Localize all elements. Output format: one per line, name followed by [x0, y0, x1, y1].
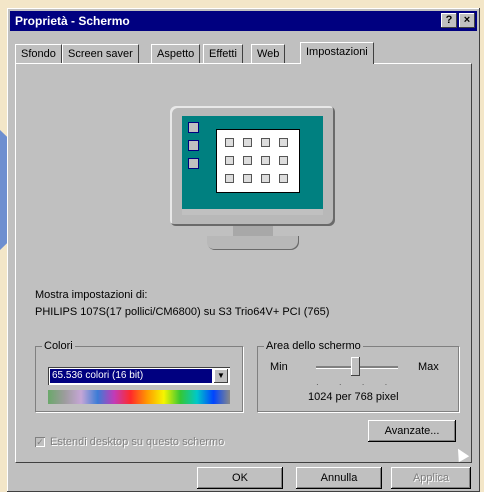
- tab-aspetto[interactable]: Aspetto: [151, 44, 201, 63]
- folder-icon: [225, 138, 234, 147]
- folder-icon: [279, 156, 288, 165]
- color-spectrum-bar: [48, 390, 230, 404]
- folder-icon: [261, 138, 270, 147]
- colors-legend: Colori: [42, 340, 75, 352]
- monitor-base: [207, 236, 299, 250]
- close-button[interactable]: ×: [459, 13, 475, 28]
- screen-area-legend: Area dello schermo: [264, 340, 363, 352]
- extend-desktop-label: Estendi desktop su questo schermo: [50, 436, 225, 448]
- window-title: Proprietà - Schermo: [15, 14, 130, 28]
- color-depth-value: 65.536 colori (16 bit): [50, 369, 212, 383]
- resolution-value: 1024 per 768 pixel: [308, 391, 399, 403]
- help-button[interactable]: ?: [441, 13, 457, 28]
- colors-group: Colori 65.536 colori (16 bit) ▼: [35, 340, 243, 412]
- folder-icon: [243, 174, 252, 183]
- folder-icon: [279, 174, 288, 183]
- min-label: Min: [270, 361, 288, 373]
- cancel-button[interactable]: Annulla: [296, 467, 382, 489]
- folder-icon: [243, 138, 252, 147]
- folder-icon: [243, 156, 252, 165]
- folder-icon: [225, 156, 234, 165]
- folder-icon: [225, 174, 234, 183]
- desktop-icon: [188, 122, 199, 133]
- chevron-down-icon[interactable]: ▼: [214, 369, 228, 383]
- desktop-icon: [188, 140, 199, 151]
- display-device: PHILIPS 107S(17 pollici/CM6800) su S3 Tr…: [35, 306, 330, 318]
- monitor-screen: [182, 116, 323, 215]
- color-depth-select[interactable]: 65.536 colori (16 bit) ▼: [48, 367, 230, 385]
- resolution-slider-thumb[interactable]: [351, 357, 360, 376]
- max-label: Max: [418, 361, 439, 373]
- advanced-button[interactable]: Avanzate...: [368, 420, 456, 442]
- preview-taskbar: [182, 209, 323, 215]
- monitor-preview: [170, 106, 335, 226]
- monitor-neck: [233, 226, 273, 236]
- folder-icon: [261, 156, 270, 165]
- tab-web[interactable]: Web: [251, 44, 286, 63]
- tab-impostazioni[interactable]: Impostazioni: [300, 42, 374, 64]
- tab-sfondo[interactable]: Sfondo: [15, 44, 62, 63]
- display-properties-dialog: Proprietà - Schermo ? × Sfondo Screen sa…: [7, 8, 480, 492]
- folder-icon: [261, 174, 270, 183]
- title-bar: Proprietà - Schermo ? ×: [10, 11, 477, 31]
- tab-effetti[interactable]: Effetti: [203, 44, 243, 63]
- apply-button[interactable]: Applica: [391, 467, 471, 489]
- display-label: Mostra impostazioni di:: [35, 289, 148, 301]
- extend-desktop-checkbox[interactable]: ✓: [35, 437, 45, 447]
- tab-screen-saver[interactable]: Screen saver: [62, 44, 139, 63]
- screen-area-group: Area dello schermo Min · · · · · Max 102…: [257, 340, 459, 412]
- ok-button[interactable]: OK: [197, 467, 283, 489]
- preview-window: [216, 129, 300, 193]
- desktop-icon: [188, 158, 199, 169]
- folder-icon: [279, 138, 288, 147]
